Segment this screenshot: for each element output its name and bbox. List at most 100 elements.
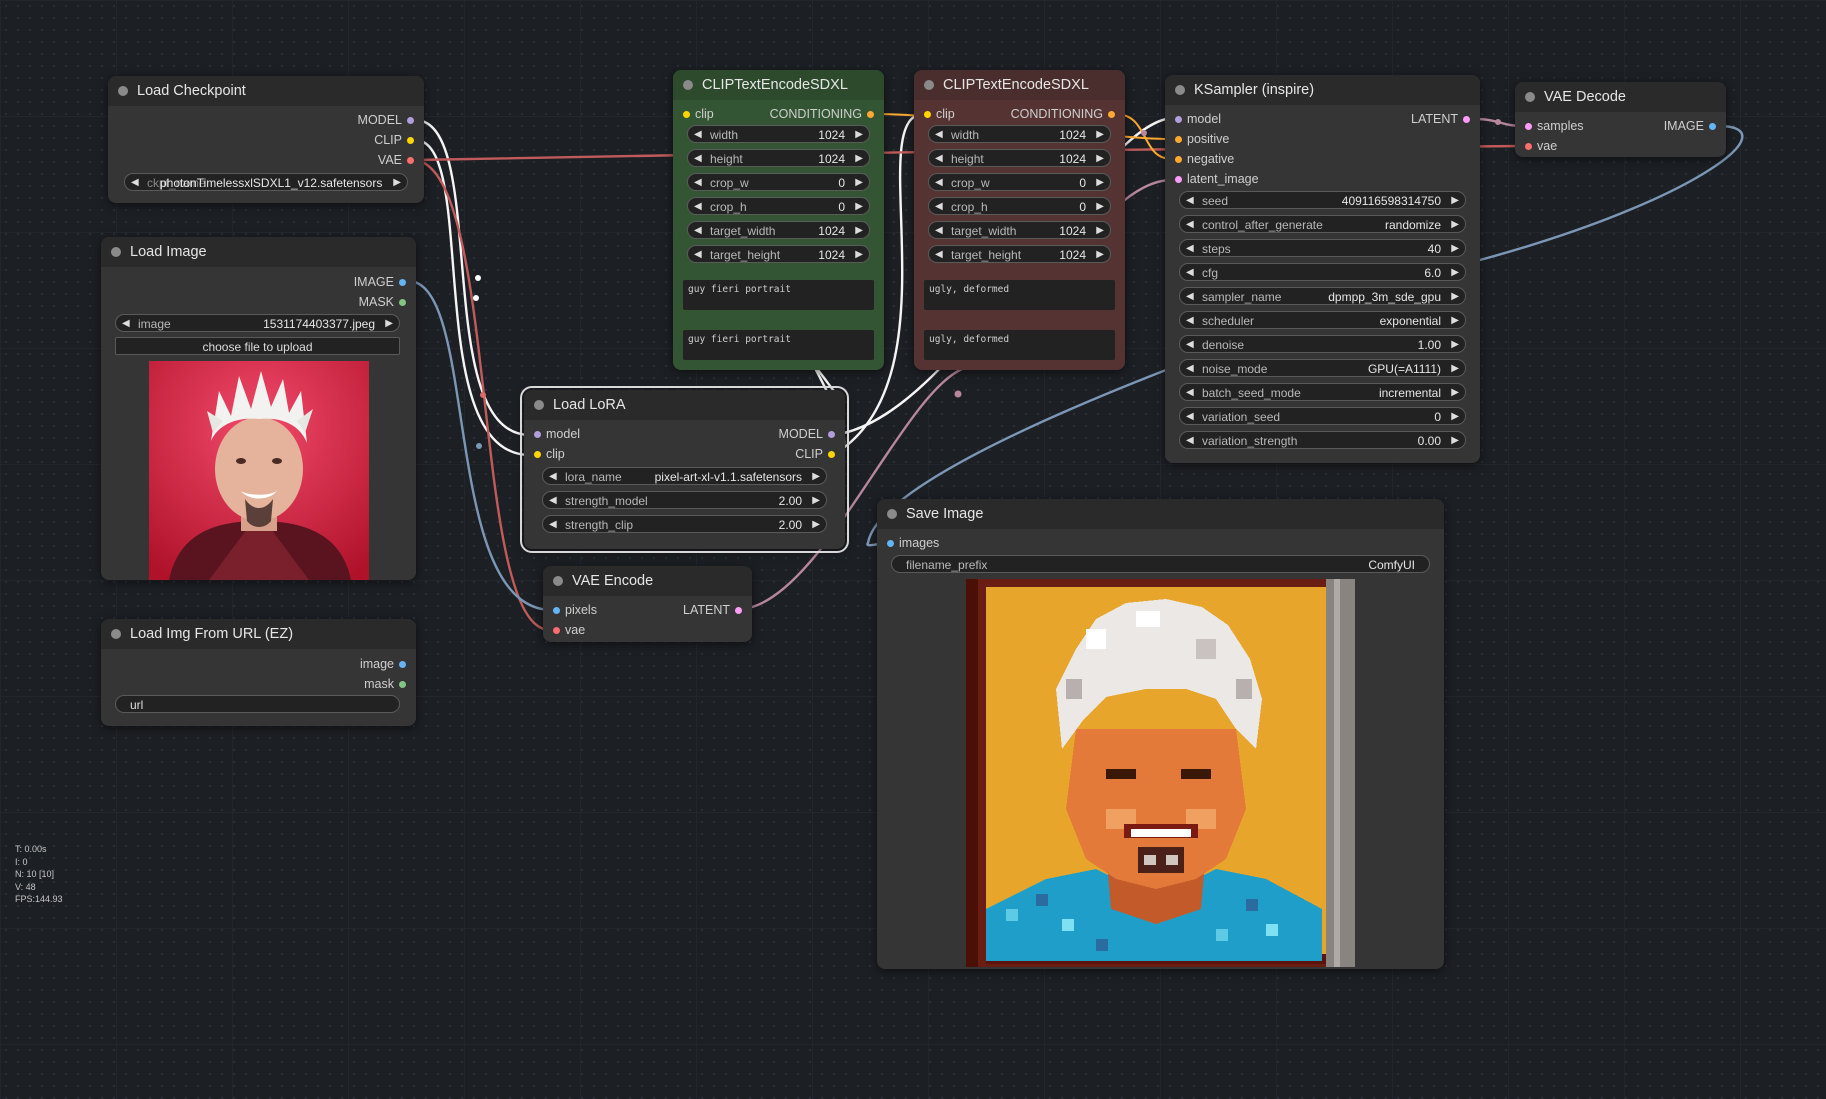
arrow-right-icon[interactable]: ▶	[1096, 198, 1104, 214]
slot-dot-icon[interactable]	[407, 157, 414, 164]
arrow-right-icon[interactable]: ▶	[812, 516, 820, 532]
target-width-number[interactable]: ◀ target_width 1024 ▶	[687, 221, 870, 239]
denoise-number[interactable]: ◀ denoise 1.00 ▶	[1179, 335, 1466, 353]
slot-dot-icon[interactable]	[1108, 111, 1115, 118]
save-image-node[interactable]: Save Image images filename_prefix ComfyU…	[877, 499, 1444, 969]
seed-number[interactable]: ◀ seed 409116598314750 ▶	[1179, 191, 1466, 209]
input-positive[interactable]: positive	[1175, 130, 1229, 148]
target-height-number[interactable]: ◀ target_height 1024 ▶	[928, 245, 1111, 263]
slot-dot-icon[interactable]	[887, 540, 894, 547]
arrow-left-icon[interactable]: ◀	[131, 174, 139, 190]
arrow-left-icon[interactable]: ◀	[935, 222, 943, 238]
target-width-number[interactable]: ◀ target_width 1024 ▶	[928, 221, 1111, 239]
slot-dot-icon[interactable]	[1175, 176, 1182, 183]
arrow-right-icon[interactable]: ▶	[855, 222, 863, 238]
arrow-right-icon[interactable]: ▶	[393, 174, 401, 190]
lora-name-combo[interactable]: ◀ lora_name pixel-art-xl-v1.1.safetensors ▶	[542, 467, 827, 485]
slot-dot-icon[interactable]	[407, 137, 414, 144]
height-number[interactable]: ◀ height 1024 ▶	[928, 149, 1111, 167]
slot-dot-icon[interactable]	[399, 661, 406, 668]
noise-mode-combo[interactable]: ◀ noise_mode GPU(=A1111) ▶	[1179, 359, 1466, 377]
scheduler-combo[interactable]: ◀ scheduler exponential ▶	[1179, 311, 1466, 329]
collapse-dot-icon[interactable]	[553, 576, 563, 586]
arrow-left-icon[interactable]: ◀	[549, 468, 557, 484]
arrow-left-icon[interactable]: ◀	[1186, 264, 1194, 280]
text-g-textarea[interactable]: ugly, deformed	[924, 280, 1115, 310]
node-title[interactable]: VAE Decode	[1515, 82, 1726, 112]
arrow-right-icon[interactable]: ▶	[385, 315, 393, 331]
output-image[interactable]: IMAGE	[1664, 117, 1716, 135]
slot-dot-icon[interactable]	[553, 627, 560, 634]
load-checkpoint-node[interactable]: Load Checkpoint MODEL CLIP VAE ◀ ckpt_na…	[108, 76, 424, 203]
input-latent-image[interactable]: latent_image	[1175, 170, 1259, 188]
text-l-textarea[interactable]: guy fieri portrait	[683, 330, 874, 360]
collapse-dot-icon[interactable]	[111, 247, 121, 257]
node-title[interactable]: Save Image	[877, 499, 1444, 529]
collapse-dot-icon[interactable]	[1175, 85, 1185, 95]
arrow-left-icon[interactable]: ◀	[694, 174, 702, 190]
slot-dot-icon[interactable]	[1525, 123, 1532, 130]
output-model[interactable]: MODEL	[358, 111, 414, 129]
arrow-right-icon[interactable]: ▶	[855, 126, 863, 142]
variation-seed-number[interactable]: ◀ variation_seed 0 ▶	[1179, 407, 1466, 425]
output-conditioning[interactable]: CONDITIONING	[770, 105, 874, 123]
slot-dot-icon[interactable]	[399, 279, 406, 286]
arrow-left-icon[interactable]: ◀	[549, 492, 557, 508]
arrow-left-icon[interactable]: ◀	[1186, 312, 1194, 328]
arrow-left-icon[interactable]: ◀	[1186, 336, 1194, 352]
crop-w-number[interactable]: ◀ crop_w 0 ▶	[687, 173, 870, 191]
arrow-left-icon[interactable]: ◀	[1186, 216, 1194, 232]
arrow-right-icon[interactable]: ▶	[855, 246, 863, 262]
arrow-right-icon[interactable]: ▶	[1451, 216, 1459, 232]
node-title[interactable]: CLIPTextEncodeSDXL	[673, 70, 884, 100]
steps-number[interactable]: ◀ steps 40 ▶	[1179, 239, 1466, 257]
arrow-right-icon[interactable]: ▶	[1096, 222, 1104, 238]
output-latent[interactable]: LATENT	[1411, 110, 1470, 128]
cfg-number[interactable]: ◀ cfg 6.0 ▶	[1179, 263, 1466, 281]
output-mask[interactable]: MASK	[359, 293, 406, 311]
arrow-left-icon[interactable]: ◀	[935, 174, 943, 190]
node-graph-canvas[interactable]: Load Checkpoint MODEL CLIP VAE ◀ ckpt_na…	[0, 0, 1826, 1099]
arrow-left-icon[interactable]: ◀	[1186, 408, 1194, 424]
arrow-left-icon[interactable]: ◀	[122, 315, 130, 331]
collapse-dot-icon[interactable]	[683, 80, 693, 90]
batch-seed-mode-combo[interactable]: ◀ batch_seed_mode incremental ▶	[1179, 383, 1466, 401]
collapse-dot-icon[interactable]	[887, 509, 897, 519]
collapse-dot-icon[interactable]	[111, 629, 121, 639]
arrow-left-icon[interactable]: ◀	[935, 126, 943, 142]
slot-dot-icon[interactable]	[399, 681, 406, 688]
clip-text-encode-positive-node[interactable]: CLIPTextEncodeSDXL clip CONDITIONING ◀ wi…	[673, 70, 884, 370]
arrow-right-icon[interactable]: ▶	[1451, 288, 1459, 304]
arrow-right-icon[interactable]: ▶	[1096, 174, 1104, 190]
sampler-name-combo[interactable]: ◀ sampler_name dpmpp_3m_sde_gpu ▶	[1179, 287, 1466, 305]
arrow-left-icon[interactable]: ◀	[694, 246, 702, 262]
height-number[interactable]: ◀ height 1024 ▶	[687, 149, 870, 167]
text-g-textarea[interactable]: guy fieri portrait	[683, 280, 874, 310]
arrow-right-icon[interactable]: ▶	[1451, 360, 1459, 376]
slot-dot-icon[interactable]	[828, 431, 835, 438]
slot-dot-icon[interactable]	[735, 607, 742, 614]
input-model[interactable]: model	[534, 425, 580, 443]
arrow-right-icon[interactable]: ▶	[1096, 126, 1104, 142]
output-mask[interactable]: mask	[364, 675, 406, 693]
ksampler-inspire-node[interactable]: KSampler (inspire) model positive negati…	[1165, 75, 1480, 463]
arrow-left-icon[interactable]: ◀	[694, 198, 702, 214]
vae-decode-node[interactable]: VAE Decode samples vae IMAGE	[1515, 82, 1726, 157]
collapse-dot-icon[interactable]	[1525, 92, 1535, 102]
vae-encode-node[interactable]: VAE Encode pixels vae LATENT	[543, 566, 752, 642]
node-title[interactable]: Load LoRA	[524, 390, 845, 420]
collapse-dot-icon[interactable]	[534, 400, 544, 410]
slot-dot-icon[interactable]	[828, 451, 835, 458]
node-title[interactable]: Load Image	[101, 237, 416, 267]
url-input[interactable]: url	[115, 695, 400, 713]
slot-dot-icon[interactable]	[1709, 123, 1716, 130]
slot-dot-icon[interactable]	[534, 431, 541, 438]
arrow-left-icon[interactable]: ◀	[694, 126, 702, 142]
arrow-right-icon[interactable]: ▶	[1451, 408, 1459, 424]
arrow-right-icon[interactable]: ▶	[1451, 432, 1459, 448]
load-lora-node[interactable]: Load LoRA model clip MODEL CLIP ◀ lora_na…	[520, 386, 849, 553]
arrow-right-icon[interactable]: ▶	[1096, 150, 1104, 166]
collapse-dot-icon[interactable]	[118, 86, 128, 96]
text-l-textarea[interactable]: ugly, deformed	[924, 330, 1115, 360]
clip-text-encode-negative-node[interactable]: CLIPTextEncodeSDXL clip CONDITIONING ◀ wi…	[914, 70, 1125, 370]
